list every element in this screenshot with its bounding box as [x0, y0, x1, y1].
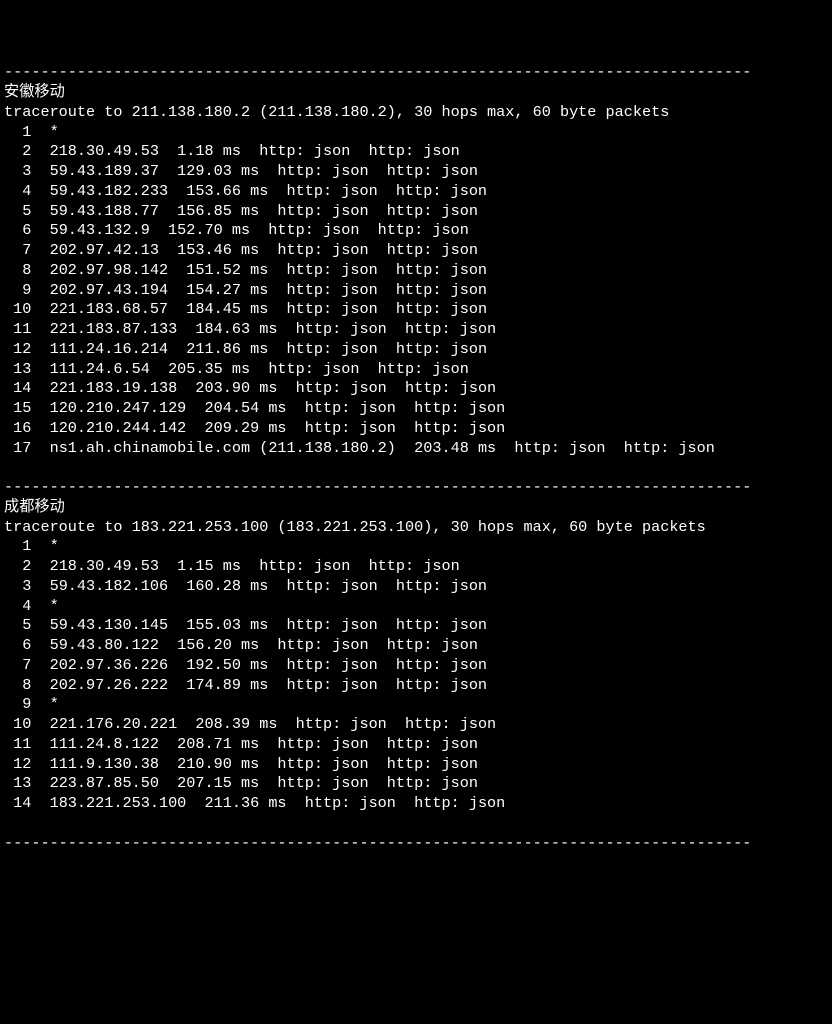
terminal-output: ----------------------------------------… — [4, 63, 828, 853]
